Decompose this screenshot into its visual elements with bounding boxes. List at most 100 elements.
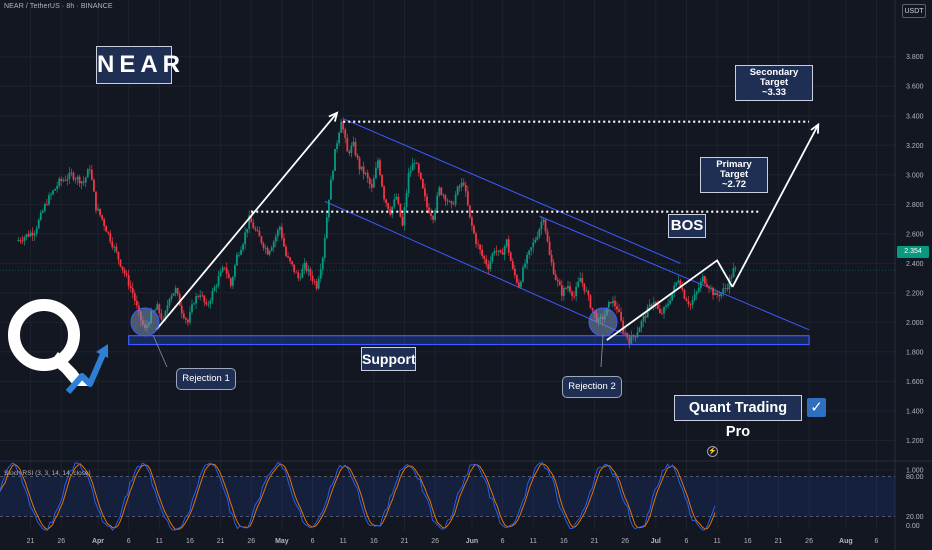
candle-body [272, 241, 275, 248]
time-tick-label: 11 [713, 538, 720, 545]
candle-body [295, 271, 298, 273]
candle-body [193, 303, 195, 305]
candle-body [419, 172, 422, 180]
candle-body [340, 121, 343, 133]
candle-body [313, 281, 316, 282]
alert-icon[interactable]: ⚡ [707, 446, 718, 457]
candle-body [426, 196, 428, 208]
candle-body [95, 191, 97, 211]
candle-body [283, 238, 285, 247]
candle-body [534, 239, 537, 243]
time-tick-label: 11 [340, 538, 347, 545]
candle-body [240, 249, 242, 255]
candle-body [585, 290, 588, 292]
candle-body [687, 301, 690, 305]
candle-body [252, 222, 255, 229]
candle-body [227, 273, 230, 279]
candle-body [714, 292, 716, 296]
channel-line [343, 118, 681, 264]
candle-body [219, 271, 222, 277]
candle-body [432, 215, 435, 220]
candle-body [127, 275, 130, 286]
candle-body [99, 208, 101, 216]
candle-body [105, 225, 108, 232]
price-tick-label: 1.800 [906, 349, 924, 356]
candle-body [323, 238, 326, 258]
candle-body [27, 234, 30, 237]
candle-body [68, 172, 71, 179]
time-tick-label: 6 [311, 538, 315, 545]
candle-body [722, 288, 725, 293]
candle-body [31, 232, 34, 236]
candle-body [624, 332, 627, 334]
candle-body [483, 255, 486, 259]
time-tick-label: 16 [560, 538, 568, 545]
candle-body [665, 305, 667, 308]
candle-body [634, 336, 637, 338]
price-tick-label: 2.000 [906, 320, 924, 327]
candle-body [268, 250, 271, 255]
candle-body [321, 257, 324, 270]
candle-body [475, 233, 477, 244]
candle-body [632, 335, 635, 337]
last-price-tag: 2.354 [897, 246, 929, 258]
candle-body [562, 288, 565, 296]
candle-body [511, 260, 514, 269]
rejection-2-label: Rejection 2 [562, 376, 622, 398]
candle-body [72, 172, 75, 180]
candle-body [225, 268, 228, 274]
candle-body [442, 194, 445, 196]
candle-body [609, 301, 612, 304]
candle-body [330, 179, 332, 200]
candle-body [103, 219, 106, 226]
candle-body [172, 293, 175, 296]
candle-body [160, 313, 163, 320]
candle-body [452, 203, 455, 205]
candle-body [360, 166, 363, 170]
candle-body [712, 287, 714, 296]
currency-badge[interactable]: USDT [902, 4, 926, 18]
candle-body [699, 281, 702, 289]
candle-body [168, 298, 171, 306]
candle-body [450, 201, 453, 204]
candle-body [471, 217, 473, 226]
candle-body [37, 219, 40, 229]
price-tick-label: 2.600 [906, 231, 924, 238]
candle-body [587, 290, 590, 296]
candle-body [703, 276, 706, 284]
indicator-label[interactable]: Stoch RSI (3, 3, 14, 14, close) [4, 470, 91, 477]
candle-body [730, 277, 733, 279]
candle-body [636, 332, 639, 338]
candle-body [379, 160, 381, 175]
candle-body [481, 249, 484, 256]
candle-body [446, 200, 449, 202]
candle-body [101, 215, 103, 220]
candle-body [377, 160, 379, 168]
candle-body [133, 293, 136, 301]
candle-body [182, 313, 185, 319]
candle-body [86, 169, 89, 178]
stoch-level-label: 80.00 [906, 474, 924, 481]
candle-body [344, 129, 347, 139]
candle-body [542, 219, 545, 222]
candle-body [706, 283, 708, 287]
brand-label: Quant Trading Pro [674, 395, 802, 440]
candle-body [667, 303, 669, 306]
candle-body [70, 172, 73, 174]
symbol-header[interactable]: NEAR / TetherUS · 8h · BINANCE [4, 3, 113, 10]
time-tick-label: 16 [744, 538, 752, 545]
candle-body [246, 228, 249, 233]
candle-body [46, 204, 48, 206]
candle-body [33, 233, 36, 236]
secondary-target-title: Secondary Target [749, 67, 799, 88]
candle-body [638, 327, 641, 333]
candle-body [131, 287, 134, 294]
candle-body [460, 182, 463, 188]
candle-body [565, 288, 567, 289]
candle-body [505, 239, 508, 247]
candle-body [697, 288, 700, 292]
candle-body [646, 307, 649, 318]
candle-body [448, 201, 451, 202]
candle-body [544, 219, 547, 232]
candle-body [270, 247, 273, 251]
